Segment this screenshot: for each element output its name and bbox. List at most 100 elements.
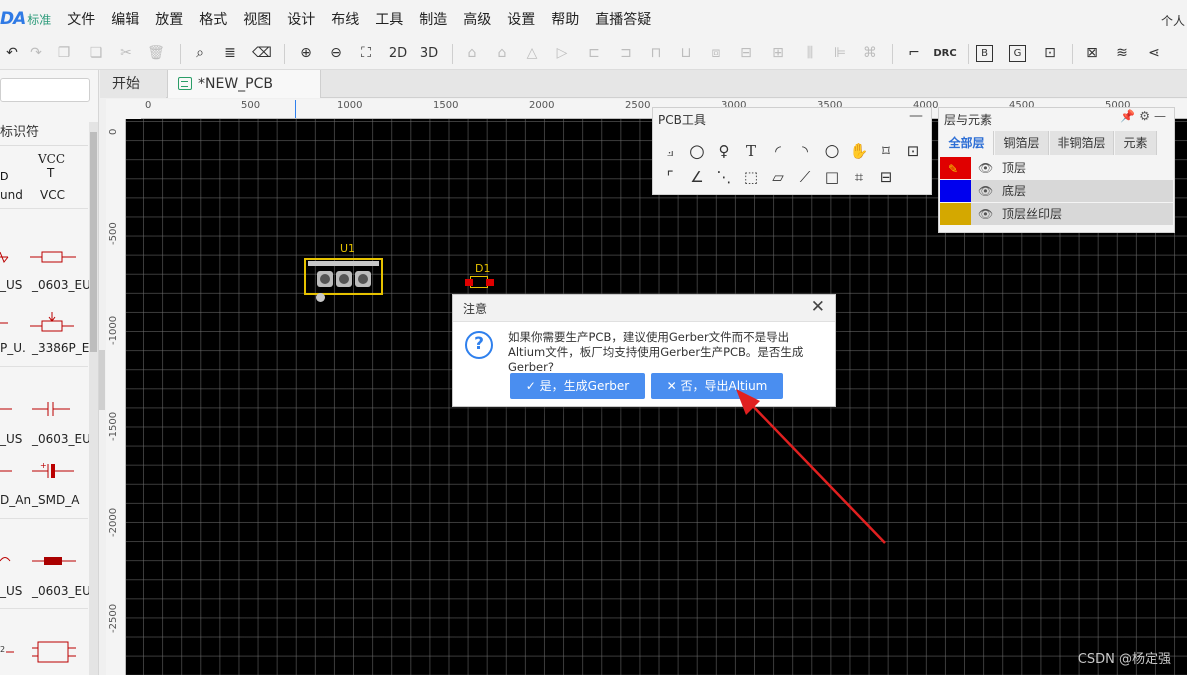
pad[interactable] bbox=[355, 271, 371, 287]
arc-tool-icon[interactable]: ◜ bbox=[767, 140, 789, 162]
group-icon[interactable]: ⌘ bbox=[858, 41, 882, 65]
zoom-in-icon[interactable]: ⊕ bbox=[294, 41, 318, 65]
view-2d-button[interactable]: 2D bbox=[385, 41, 411, 65]
layer-color-swatch[interactable] bbox=[940, 203, 971, 225]
menu-file[interactable]: 文件 bbox=[59, 9, 103, 29]
pick-place-icon[interactable]: ⊡ bbox=[1038, 41, 1062, 65]
align-icon[interactable]: △ bbox=[520, 41, 544, 65]
align-icon[interactable]: ⌂ bbox=[460, 41, 484, 65]
ruler-tool-icon[interactable]: ⟋ bbox=[794, 166, 816, 188]
undo-icon[interactable]: ↶ bbox=[0, 41, 24, 65]
layer-row-top[interactable]: ✎ 👁 顶层 bbox=[940, 157, 1173, 179]
paste-icon[interactable]: ❏ bbox=[84, 41, 108, 65]
eye-icon[interactable]: 👁 bbox=[978, 180, 993, 202]
pad[interactable] bbox=[486, 279, 494, 286]
tab-new-pcb[interactable]: *NEW_PCB bbox=[167, 70, 321, 98]
gerber-button[interactable]: G bbox=[1009, 45, 1026, 62]
dimension-tool-icon[interactable]: ⌗ bbox=[848, 166, 870, 188]
library-scrollbar-thumb[interactable] bbox=[90, 132, 97, 352]
zoom-out-icon[interactable]: ⊖ bbox=[324, 41, 348, 65]
align-center-icon[interactable]: ⧈ bbox=[704, 41, 728, 65]
collapse-panel-handle[interactable] bbox=[99, 350, 105, 410]
align-top-icon[interactable]: ⊓ bbox=[644, 41, 668, 65]
connector-symbol-icon[interactable]: 2 bbox=[0, 638, 88, 668]
gear-icon[interactable]: ⚙ bbox=[1139, 109, 1154, 123]
align-icon[interactable]: ▷ bbox=[550, 41, 574, 65]
line-tool-icon[interactable]: ⌜ bbox=[659, 166, 681, 188]
menu-fabrication[interactable]: 制造 bbox=[411, 9, 455, 29]
pad-tool-icon[interactable]: ○ bbox=[686, 140, 708, 162]
via-tool-icon[interactable]: ♀ bbox=[713, 140, 735, 162]
tab-non-copper-layers[interactable]: 非铜箔层 bbox=[1050, 131, 1114, 155]
minimize-icon[interactable]: — bbox=[1154, 109, 1170, 123]
menu-place[interactable]: 放置 bbox=[147, 9, 191, 29]
menu-tools[interactable]: 工具 bbox=[367, 9, 411, 29]
pad[interactable] bbox=[317, 271, 333, 287]
align-right-icon[interactable]: ⊐ bbox=[614, 41, 638, 65]
layers-icon[interactable]: ≋ bbox=[1110, 41, 1134, 65]
align-bottom-icon[interactable]: ⊔ bbox=[674, 41, 698, 65]
board-outline-tool-icon[interactable]: ▱ bbox=[767, 166, 789, 188]
cut-icon[interactable]: ✂ bbox=[114, 41, 138, 65]
text-tool-icon[interactable]: T bbox=[740, 140, 762, 162]
pad[interactable] bbox=[336, 271, 352, 287]
potentiometer-symbol-icon[interactable] bbox=[0, 310, 88, 336]
pad[interactable] bbox=[465, 279, 473, 286]
view-3d-button[interactable]: 3D bbox=[416, 41, 442, 65]
fit-view-icon[interactable]: ⛶ bbox=[354, 41, 378, 65]
distribute-icon[interactable]: ⊫ bbox=[828, 41, 852, 65]
copy-icon[interactable]: ❐ bbox=[52, 41, 76, 65]
align-icon[interactable]: ⌂ bbox=[490, 41, 514, 65]
vcc-symbol-icon[interactable]: T bbox=[47, 166, 54, 180]
menu-design[interactable]: 设计 bbox=[279, 9, 323, 29]
pan-tool-icon[interactable]: ✋ bbox=[848, 140, 870, 162]
redo-icon[interactable]: ↷ bbox=[24, 41, 48, 65]
circle-tool-icon[interactable]: ○ bbox=[821, 140, 843, 162]
copper-area-tool-icon[interactable]: ⊟ bbox=[875, 166, 897, 188]
menu-format[interactable]: 格式 bbox=[191, 9, 235, 29]
layer-row-top-silk[interactable]: 👁 顶层丝印层 bbox=[940, 203, 1173, 225]
user-menu[interactable]: 个人 bbox=[1161, 12, 1185, 29]
image-tool-icon[interactable]: ⊡ bbox=[902, 140, 924, 162]
eraser-icon[interactable]: ⌫ bbox=[250, 41, 274, 65]
tab-elements[interactable]: 元素 bbox=[1115, 131, 1157, 155]
outline-icon[interactable]: ⌐ bbox=[902, 41, 926, 65]
delete-icon[interactable]: 🗑 bbox=[144, 41, 168, 65]
rect-dashed-tool-icon[interactable]: ⬚ bbox=[740, 166, 762, 188]
pin-icon[interactable]: 📌 bbox=[1120, 109, 1139, 123]
inductor-symbol-icon[interactable] bbox=[0, 550, 88, 572]
no-connect-tool-icon[interactable]: ⌑ bbox=[875, 140, 897, 162]
u1-designator[interactable]: U1 bbox=[340, 242, 355, 255]
panel-controls[interactable]: 📌⚙— bbox=[1120, 109, 1170, 123]
ground-symbol-icon[interactable]: D bbox=[0, 156, 20, 184]
layer-row-bottom[interactable]: 👁 底层 bbox=[940, 180, 1173, 202]
rectangle-tool-icon[interactable]: □ bbox=[821, 166, 843, 188]
menu-help[interactable]: 帮助 bbox=[543, 9, 587, 29]
menu-advanced[interactable]: 高级 bbox=[455, 9, 499, 29]
menu-edit[interactable]: 编辑 bbox=[103, 9, 147, 29]
eye-icon[interactable]: 👁 bbox=[978, 203, 993, 225]
image-icon[interactable]: ⊠ bbox=[1080, 41, 1104, 65]
angle-tool-icon[interactable]: ∠ bbox=[686, 166, 708, 188]
tab-all-layers[interactable]: 全部层 bbox=[940, 131, 994, 155]
distribute-icon[interactable]: ⊞ bbox=[766, 41, 790, 65]
tab-start[interactable]: 开始 bbox=[100, 70, 166, 98]
share-icon[interactable]: ⋖ bbox=[1142, 41, 1166, 65]
menu-route[interactable]: 布线 bbox=[323, 9, 367, 29]
menu-view[interactable]: 视图 bbox=[235, 9, 279, 29]
library-search-input[interactable] bbox=[0, 78, 90, 102]
bom-button[interactable]: B bbox=[976, 45, 993, 62]
align-middle-icon[interactable]: ⊟ bbox=[734, 41, 758, 65]
distribute-icon[interactable]: ⫼ bbox=[798, 41, 822, 65]
connect-tool-icon[interactable]: ⋱ bbox=[713, 166, 735, 188]
arc-tool-icon[interactable]: ◝ bbox=[794, 140, 816, 162]
u1-footprint[interactable] bbox=[304, 258, 383, 295]
search-icon[interactable]: ⌕ bbox=[188, 41, 212, 65]
track-tool-icon[interactable]: ⟓ bbox=[659, 140, 681, 162]
close-icon[interactable]: ✕ bbox=[811, 297, 825, 317]
resistor-symbol-icon[interactable] bbox=[0, 246, 88, 268]
polarized-capacitor-symbol-icon[interactable]: + bbox=[0, 460, 88, 482]
menu-live-qa[interactable]: 直播答疑 bbox=[587, 9, 659, 29]
generate-gerber-button[interactable]: ✓ 是，生成Gerber bbox=[510, 373, 645, 399]
minimize-button[interactable]: — bbox=[909, 108, 923, 124]
